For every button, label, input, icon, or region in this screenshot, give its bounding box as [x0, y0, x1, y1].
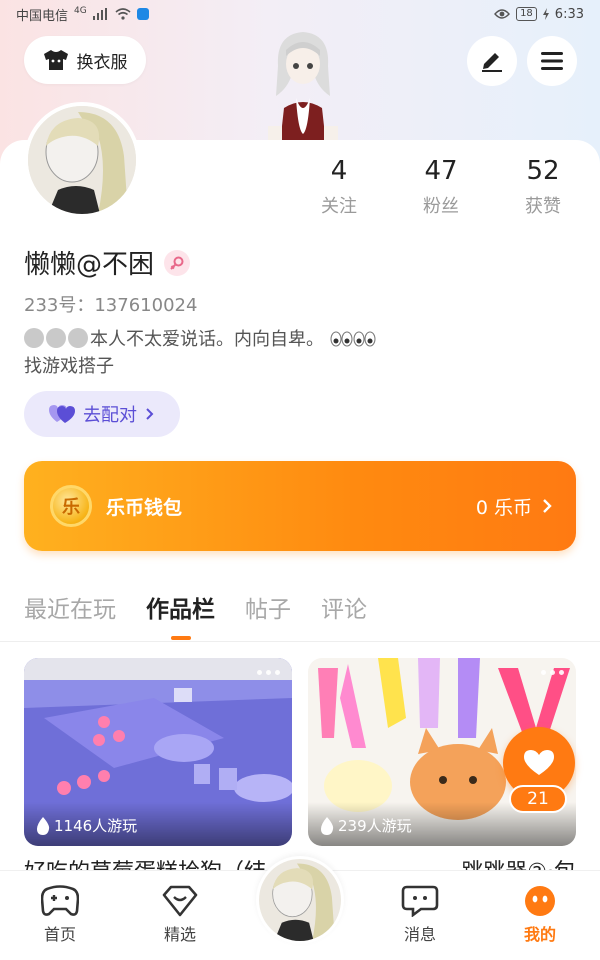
play-count-text: 1146人游玩 [54, 817, 138, 835]
stat-followers[interactable]: 47 粉丝 [401, 156, 481, 218]
play-count-text: 239人游玩 [338, 817, 412, 835]
signal-icon [92, 8, 107, 20]
tshirt-icon [43, 50, 68, 70]
hamburger-menu-icon [541, 52, 563, 70]
pen-icon [482, 53, 502, 72]
more-options-icon[interactable] [257, 670, 280, 675]
username: 懒懒@不困 [24, 250, 155, 280]
emoji-face-icon [46, 328, 66, 348]
nav-mine[interactable]: 我的 [500, 885, 580, 945]
stat-label: 获赞 [525, 196, 561, 217]
tab-recently-played[interactable]: 最近在玩 [24, 590, 116, 630]
stat-likes[interactable]: 52 获赞 [503, 156, 583, 218]
stat-value: 52 [526, 156, 560, 186]
wifi-icon [115, 8, 131, 20]
stat-value: 47 [424, 156, 458, 186]
nav-label: 我的 [523, 925, 556, 944]
play-count: 239人游玩 [320, 815, 412, 836]
coin-icon: 乐 [50, 485, 92, 527]
character-figure [268, 32, 338, 144]
heart-diamond-icon [162, 885, 198, 917]
username-row: 懒懒@不困 [24, 244, 191, 281]
coin-glyph: 乐 [62, 497, 80, 518]
nav-messages[interactable]: 消息 [380, 885, 460, 945]
dress-up-button[interactable]: 换衣服 [24, 36, 146, 84]
emoji-face-icon [68, 328, 88, 348]
tab-comments[interactable]: 评论 [321, 590, 367, 630]
bio: 本人不太爱说话。内向自卑。 找游戏搭子 [24, 326, 376, 380]
face-icon [525, 886, 555, 916]
charging-icon [542, 8, 549, 20]
nav-home[interactable]: 首页 [20, 885, 100, 945]
nav-featured[interactable]: 精选 [140, 885, 220, 945]
nav-center-avatar[interactable] [256, 856, 344, 944]
chat-bubble-icon [401, 885, 439, 917]
eye-icon [494, 9, 510, 19]
game-card[interactable]: 1146人游玩 [24, 658, 292, 846]
tab-label: 评论 [321, 597, 367, 623]
avatar-image [28, 106, 136, 214]
flame-icon [321, 816, 334, 835]
like-count: 21 [509, 785, 567, 813]
gamepad-icon [41, 885, 79, 916]
profile-tabs: 最近在玩 作品栏 帖子 评论 [24, 590, 367, 640]
tab-posts[interactable]: 帖子 [245, 590, 291, 630]
stat-label: 关注 [321, 196, 357, 217]
flame-icon [37, 816, 50, 835]
tab-label: 作品栏 [146, 597, 215, 623]
status-left: 中国电信 4G [16, 5, 149, 24]
stat-following[interactable]: 4 关注 [299, 156, 379, 218]
edit-profile-button[interactable] [467, 36, 517, 86]
dress-up-label: 换衣服 [76, 52, 128, 73]
nav-label: 精选 [163, 925, 196, 944]
stat-label: 粉丝 [423, 196, 459, 217]
eyes-emoji-icon [330, 331, 376, 347]
bio-text-1: 本人不太爱说话。内向自卑。 [90, 329, 324, 350]
bio-line-2: 找游戏搭子 [24, 356, 114, 377]
battery-level: 18 [516, 7, 537, 21]
avatar-image [259, 859, 341, 941]
wallet-balance-row: 0 乐币 [476, 493, 552, 520]
bio-line-1: 本人不太爱说话。内向自卑。 [24, 326, 376, 353]
status-right: 18 6:33 [494, 7, 584, 22]
nav-label: 消息 [403, 925, 436, 944]
coin-wallet-banner[interactable]: 乐 乐币钱包 0 乐币 [24, 461, 576, 551]
wallet-balance: 0 乐币 [475, 496, 532, 519]
user-id: 233号：137610024 [24, 295, 198, 316]
security-app-icon [136, 8, 149, 20]
clock: 6:33 [554, 6, 584, 22]
stat-value: 4 [330, 156, 348, 186]
match-label: 去配对 [83, 405, 137, 426]
tab-label: 帖子 [245, 597, 291, 623]
chevron-right-icon [146, 408, 154, 420]
match-button[interactable]: 去配对 [24, 391, 180, 437]
chevron-right-icon [543, 499, 552, 513]
carrier-label: 中国电信 [16, 8, 69, 24]
menu-button[interactable] [527, 36, 577, 86]
more-options-icon[interactable] [541, 670, 564, 675]
avatar[interactable] [24, 102, 140, 218]
double-heart-icon [49, 405, 75, 423]
heart-icon [524, 750, 554, 775]
emoji-face-icon [24, 328, 44, 348]
status-bar: 中国电信 4G 18 6:33 [0, 0, 600, 28]
female-gender-icon [164, 249, 191, 276]
tab-works[interactable]: 作品栏 [146, 590, 215, 640]
nav-label: 首页 [43, 925, 76, 944]
tab-active-indicator [170, 636, 191, 640]
network-label: 4G [74, 6, 87, 16]
tab-label: 最近在玩 [24, 597, 116, 623]
play-count: 1146人游玩 [36, 815, 137, 836]
wallet-label: 乐币钱包 [106, 496, 183, 519]
tabs-divider [0, 641, 600, 642]
